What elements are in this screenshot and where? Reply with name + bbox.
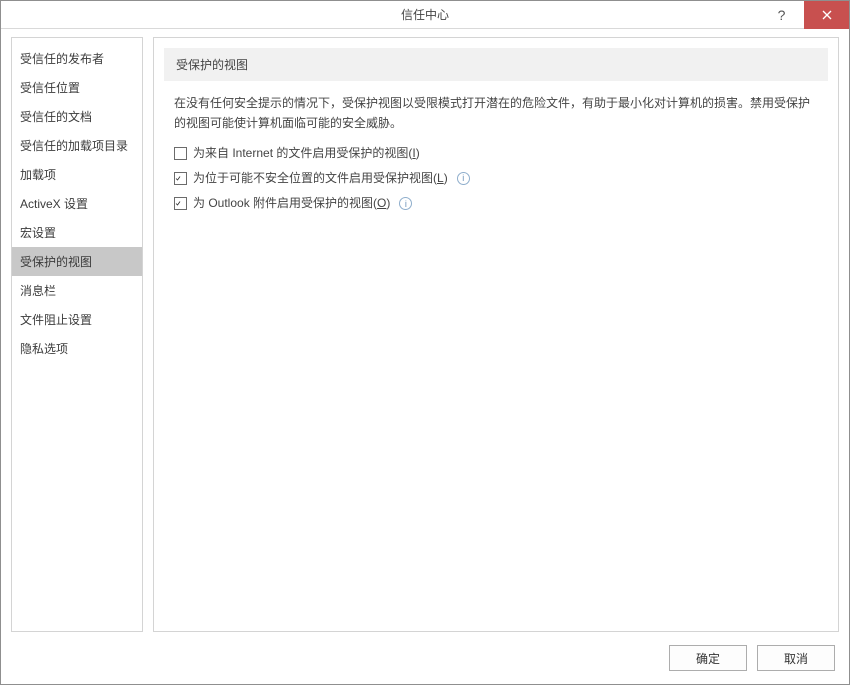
help-icon: ? xyxy=(778,7,786,23)
sidebar-item-8[interactable]: 消息栏 xyxy=(12,276,142,305)
checkbox-row-0: 为来自 Internet 的文件启用受保护的视图(I) xyxy=(174,144,818,163)
sidebar-item-9[interactable]: 文件阻止设置 xyxy=(12,305,142,334)
sidebar-item-3[interactable]: 受信任的加载项目录 xyxy=(12,131,142,160)
sidebar-item-label: 受信任的加载项目录 xyxy=(20,139,128,153)
checkbox-label-pre: 为来自 Internet 的文件启用受保护的视图( xyxy=(193,146,412,160)
titlebar-controls: ? xyxy=(759,1,849,29)
sidebar-item-label: 消息栏 xyxy=(20,284,56,298)
sidebar-item-label: 隐私选项 xyxy=(20,342,68,356)
sidebar-item-1[interactable]: 受信任位置 xyxy=(12,73,142,102)
sidebar-item-4[interactable]: 加载项 xyxy=(12,160,142,189)
help-button[interactable]: ? xyxy=(759,1,804,29)
info-icon[interactable]: i xyxy=(399,197,412,210)
checkbox-label-2[interactable]: 为 Outlook 附件启用受保护的视图(O) xyxy=(193,194,390,213)
sidebar-item-label: ActiveX 设置 xyxy=(20,197,88,211)
sidebar-item-label: 宏设置 xyxy=(20,226,56,240)
checkbox-2[interactable] xyxy=(174,197,187,210)
checkbox-label-post: ) xyxy=(386,196,390,210)
trust-center-window: 信任中心 ? 受信任的发布者受信任位置受信任的文档受信任的加载项目录加载项 Act… xyxy=(0,0,850,685)
sidebar-item-2[interactable]: 受信任的文档 xyxy=(12,102,142,131)
section-header: 受保护的视图 xyxy=(164,48,828,81)
cancel-button-label: 取消 xyxy=(784,650,808,667)
content-column: 受保护的视图 在没有任何安全提示的情况下，受保护视图以受限模式打开潜在的危险文件… xyxy=(153,37,839,632)
sidebar-item-label: 受信任位置 xyxy=(20,81,80,95)
sidebar-item-5[interactable]: ActiveX 设置 xyxy=(12,189,142,218)
content-panel: 受保护的视图 在没有任何安全提示的情况下，受保护视图以受限模式打开潜在的危险文件… xyxy=(153,37,839,632)
checkbox-list: 为来自 Internet 的文件启用受保护的视图(I) 为位于可能不安全位置的文件… xyxy=(174,144,818,214)
titlebar: 信任中心 ? xyxy=(1,1,849,29)
ok-button[interactable]: 确定 xyxy=(669,645,747,671)
sidebar-item-label: 受信任的发布者 xyxy=(20,52,104,66)
sidebar-item-label: 受信任的文档 xyxy=(20,110,92,124)
cancel-button[interactable]: 取消 xyxy=(757,645,835,671)
checkbox-label-post: ) xyxy=(416,146,420,160)
sidebar-item-0[interactable]: 受信任的发布者 xyxy=(12,44,142,73)
sidebar-item-label: 加载项 xyxy=(20,168,56,182)
sidebar-item-10[interactable]: 隐私选项 xyxy=(12,334,142,363)
dialog-footer: 确定 取消 xyxy=(1,632,849,684)
sidebar-item-6[interactable]: 宏设置 xyxy=(12,218,142,247)
sidebar-item-label: 受保护的视图 xyxy=(20,255,92,269)
checkbox-row-1: 为位于可能不安全位置的文件启用受保护视图(L) i xyxy=(174,169,818,188)
close-icon xyxy=(822,10,832,20)
checkbox-label-accel: O xyxy=(377,196,386,210)
category-sidebar: 受信任的发布者受信任位置受信任的文档受信任的加载项目录加载项 ActiveX 设置… xyxy=(11,37,143,632)
checkbox-label-pre: 为位于可能不安全位置的文件启用受保护视图( xyxy=(193,171,437,185)
section-description: 在没有任何安全提示的情况下，受保护视图以受限模式打开潜在的危险文件，有助于最小化… xyxy=(174,93,818,134)
ok-button-label: 确定 xyxy=(696,650,720,667)
window-title: 信任中心 xyxy=(1,6,849,23)
checkbox-1[interactable] xyxy=(174,172,187,185)
checkbox-row-2: 为 Outlook 附件启用受保护的视图(O) i xyxy=(174,194,818,213)
checkbox-0[interactable] xyxy=(174,147,187,160)
checkbox-label-post: ) xyxy=(444,171,448,185)
checkbox-label-1[interactable]: 为位于可能不安全位置的文件启用受保护视图(L) xyxy=(193,169,448,188)
sidebar-item-label: 文件阻止设置 xyxy=(20,313,92,327)
checkbox-label-0[interactable]: 为来自 Internet 的文件启用受保护的视图(I) xyxy=(193,144,420,163)
info-icon[interactable]: i xyxy=(457,172,470,185)
sidebar-item-7[interactable]: 受保护的视图 xyxy=(12,247,142,276)
checkbox-label-pre: 为 Outlook 附件启用受保护的视图( xyxy=(193,196,377,210)
checkbox-label-accel: L xyxy=(437,171,444,185)
dialog-body: 受信任的发布者受信任位置受信任的文档受信任的加载项目录加载项 ActiveX 设置… xyxy=(1,29,849,632)
section-body: 在没有任何安全提示的情况下，受保护视图以受限模式打开潜在的危险文件，有助于最小化… xyxy=(154,93,838,213)
close-button[interactable] xyxy=(804,1,849,29)
